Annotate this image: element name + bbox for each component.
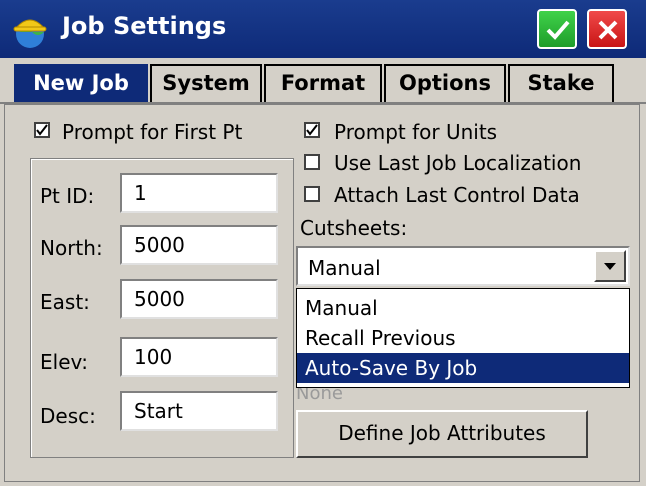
chevron-down-icon [604, 263, 616, 270]
prompt-first-pt-checkbox[interactable] [34, 122, 50, 138]
ok-button[interactable] [537, 9, 577, 49]
tab-stake[interactable]: Stake [508, 64, 614, 102]
title-bar: Job Settings [0, 0, 646, 58]
window-title: Job Settings [62, 12, 227, 40]
use-last-localization-checkbox[interactable] [304, 154, 320, 170]
hardhat-globe-icon [13, 19, 47, 48]
prompt-units-label: Prompt for Units [334, 120, 498, 144]
job-settings-window: Job Settings New Job System Format Optio… [0, 0, 646, 486]
pt-id-field[interactable]: 1 [120, 173, 278, 213]
cutsheets-selected-value: Manual [308, 256, 381, 280]
east-label: East: [40, 290, 90, 314]
close-icon [598, 20, 618, 40]
cutsheets-options-list: Manual Recall Previous Auto-Save By Job [296, 288, 630, 388]
attach-control-checkbox[interactable] [304, 186, 320, 202]
use-last-localization-label: Use Last Job Localization [334, 151, 582, 175]
checkmark-icon [546, 20, 570, 40]
cutsheets-option-manual[interactable]: Manual [297, 293, 629, 323]
east-field[interactable]: 5000 [120, 279, 278, 319]
checkmark-icon [306, 124, 318, 136]
tab-system[interactable]: System [150, 64, 262, 102]
tab-options[interactable]: Options [384, 64, 506, 102]
pt-id-label: Pt ID: [40, 184, 95, 208]
north-label: North: [40, 236, 103, 260]
tab-format[interactable]: Format [264, 64, 382, 102]
elev-field[interactable]: 100 [120, 337, 278, 377]
elev-label: Elev: [40, 350, 88, 374]
prompt-units-checkbox[interactable] [304, 122, 320, 138]
tab-new-job[interactable]: New Job [14, 64, 148, 102]
attach-control-label: Attach Last Control Data [334, 183, 580, 207]
cutsheets-option-auto-save[interactable]: Auto-Save By Job [297, 353, 629, 383]
cutsheets-option-recall-previous[interactable]: Recall Previous [297, 323, 629, 353]
dropdown-toggle[interactable] [594, 250, 626, 282]
cutsheets-label: Cutsheets: [300, 216, 408, 240]
close-button[interactable] [587, 9, 627, 49]
desc-field[interactable]: Start [120, 391, 278, 431]
north-field[interactable]: 5000 [120, 225, 278, 265]
define-job-attributes-button[interactable]: Define Job Attributes [296, 410, 588, 458]
tab-strip: New Job System Format Options Stake [0, 58, 646, 106]
checkmark-icon [36, 124, 48, 136]
cutsheets-dropdown[interactable]: Manual [296, 246, 630, 286]
desc-label: Desc: [40, 404, 96, 428]
prompt-first-pt-label: Prompt for First Pt [62, 120, 243, 144]
